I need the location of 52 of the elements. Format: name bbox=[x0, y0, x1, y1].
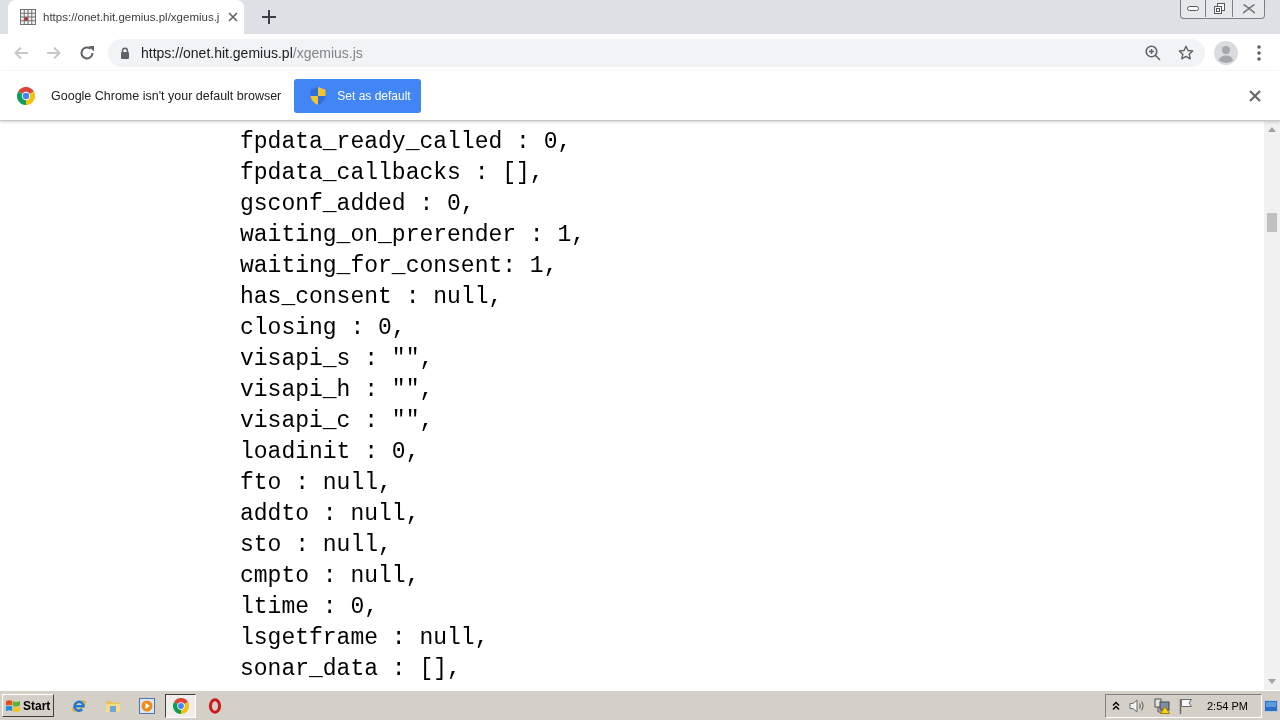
code-line: closing : 0, bbox=[240, 314, 406, 343]
flag-icon[interactable] bbox=[1179, 697, 1193, 714]
taskbar-app-button[interactable] bbox=[165, 693, 196, 718]
plus-icon[interactable] bbox=[262, 10, 276, 24]
star-icon[interactable] bbox=[1178, 44, 1194, 61]
close-icon[interactable] bbox=[228, 12, 238, 22]
code-line: gsconf_added : 0, bbox=[240, 190, 475, 219]
set-default-button[interactable]: Set as default bbox=[294, 78, 422, 113]
start-button[interactable]: Start bbox=[2, 694, 54, 717]
code-line: addto : null, bbox=[240, 500, 420, 529]
code-line: waiting_for_consent: 1, bbox=[240, 252, 558, 281]
browser-tab[interactable]: https://onet.hit.gemius.pl/xgemius.j bbox=[8, 0, 244, 34]
url-text: https://onet.hit.gemius.pl/xgemius.js bbox=[141, 44, 363, 61]
zoom-in-icon[interactable] bbox=[1145, 44, 1161, 61]
infobar-message: Google Chrome isn't your default browser bbox=[51, 88, 282, 103]
code-line: loadinit : 0, bbox=[240, 438, 420, 467]
shield-icon bbox=[310, 86, 327, 105]
code-line: waiting_on_prerender : 1, bbox=[240, 221, 586, 250]
speaker-icon[interactable] bbox=[1129, 697, 1145, 714]
reload-icon[interactable] bbox=[79, 44, 95, 61]
close-icon[interactable] bbox=[1249, 89, 1261, 102]
code-line: visapi_s : "", bbox=[240, 345, 434, 374]
ring-logo-icon bbox=[206, 697, 223, 714]
chevron-up-icon[interactable] bbox=[1112, 701, 1120, 710]
code-line: lsgetframe : null, bbox=[240, 624, 489, 653]
windows-flag-icon bbox=[5, 698, 21, 713]
code-line: fpdata_callbacks : [], bbox=[240, 159, 544, 188]
close-icon bbox=[1241, 3, 1256, 14]
restore-icon bbox=[1213, 3, 1225, 14]
restore-button[interactable] bbox=[1205, 0, 1233, 17]
address-field[interactable]: https://onet.hit.gemius.pl/xgemius.js bbox=[108, 38, 1205, 67]
chrome-logo-icon bbox=[172, 697, 189, 714]
lock-icon[interactable] bbox=[120, 46, 130, 59]
clock-text[interactable]: 2:54 PM bbox=[1207, 699, 1248, 712]
code-line: visapi_c : "", bbox=[240, 407, 434, 436]
code-line: ltime : 0, bbox=[240, 593, 379, 622]
play-icon bbox=[138, 697, 155, 714]
show-desktop-icon[interactable] bbox=[1264, 699, 1278, 712]
scrollbar-thumb[interactable] bbox=[1267, 213, 1277, 232]
code-line: fto : null, bbox=[240, 469, 392, 498]
code-line: fpdata_ready_called : 0, bbox=[240, 128, 572, 157]
code-line: cmpto : null, bbox=[240, 562, 420, 591]
network-warning-icon[interactable] bbox=[1154, 697, 1170, 714]
code-line: sonar_data : [], bbox=[240, 655, 461, 684]
code-line: visapi_h : "", bbox=[240, 376, 434, 405]
minimize-icon bbox=[1187, 6, 1199, 11]
code-line: sto : null, bbox=[240, 531, 392, 560]
menu-icon[interactable] bbox=[1257, 44, 1261, 61]
code-line: has_consent : null, bbox=[240, 283, 503, 312]
chrome-logo-icon bbox=[17, 86, 35, 105]
avatar-icon[interactable] bbox=[1214, 40, 1238, 65]
grid-favicon-icon bbox=[20, 9, 36, 25]
